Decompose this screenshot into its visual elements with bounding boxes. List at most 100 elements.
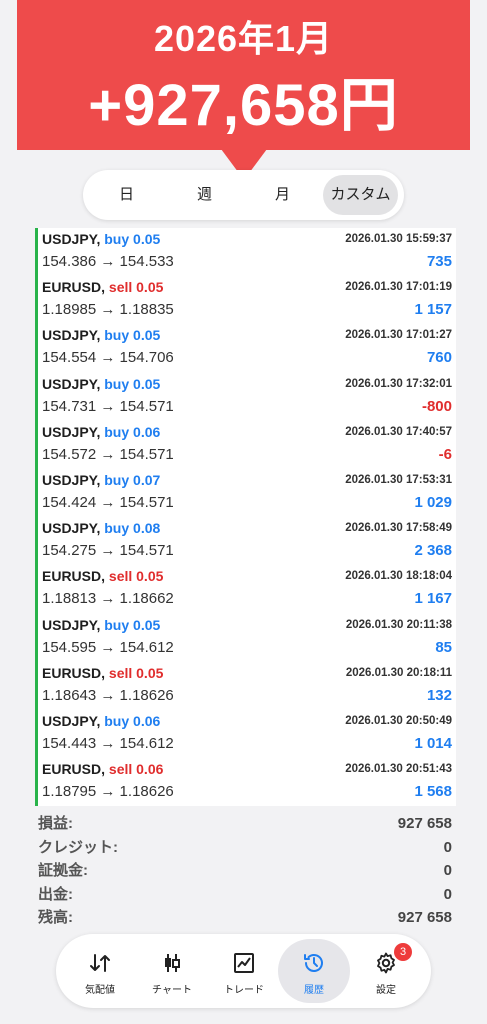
deal-profit: 1 029 (414, 493, 452, 511)
deal-title: EURUSD, sell 0.06 (42, 761, 163, 777)
deal-symbol: EURUSD, (42, 279, 106, 296)
deal-profit: 1 167 (414, 590, 452, 608)
deal-profit: 132 (426, 686, 452, 704)
deal-title: USDJPY, buy 0.05 (42, 376, 160, 392)
nav-label: 気配値 (85, 985, 115, 996)
deal-direction-volume: sell 0.06 (108, 761, 164, 778)
summary-label: 出金: (38, 885, 73, 903)
nav-settings[interactable]: 3 設定 (350, 939, 422, 1003)
summary-withdrawal-row: 出金: 0 (38, 883, 452, 907)
deal-title: USDJPY, buy 0.05 (42, 617, 160, 633)
deal-prices: 154.554 → 154.706 (42, 349, 174, 367)
deal-title: USDJPY, buy 0.06 (42, 424, 160, 440)
deal-prices: 154.443 → 154.612 (42, 734, 174, 752)
deal-prices: 154.424 → 154.571 (42, 493, 174, 511)
deal-direction-volume: sell 0.05 (108, 664, 164, 681)
tab-day[interactable]: 日 (89, 175, 164, 215)
deal-title: USDJPY, buy 0.08 (42, 520, 160, 536)
summary-label: クレジット: (38, 838, 118, 856)
deal-direction-volume: buy 0.07 (104, 471, 161, 488)
deal-title: EURUSD, sell 0.05 (42, 568, 163, 584)
deal-direction-volume: buy 0.05 (104, 327, 161, 344)
deal-title: USDJPY, buy 0.05 (42, 231, 160, 247)
summary-credit-row: クレジット: 0 (38, 836, 452, 860)
deal-time: 2026.01.30 17:01:19 (345, 281, 452, 294)
deal-title: USDJPY, buy 0.07 (42, 472, 160, 488)
deal-row[interactable]: EURUSD, sell 0.06 2026.01.30 20:51:43 1.18… (38, 758, 456, 806)
quotes-icon (88, 951, 112, 975)
deal-prices: 154.386 → 154.533 (42, 253, 174, 270)
tab-week[interactable]: 週 (167, 175, 242, 215)
deal-profit: 735 (426, 253, 452, 270)
deal-history-list: USDJPY, buy 0.05 2026.01.30 15:59:37 154.3… (35, 228, 456, 806)
deal-time: 2026.01.30 20:50:49 (345, 714, 452, 727)
deal-direction-volume: buy 0.06 (104, 712, 161, 729)
deal-row[interactable]: EURUSD, sell 0.05 2026.01.30 17:01:19 1.18… (38, 276, 456, 324)
summary-label: 損益: (38, 815, 73, 832)
deal-symbol: USDJPY, (42, 616, 101, 633)
deal-profit: 2 368 (414, 542, 452, 560)
nav-quotes[interactable]: 気配値 (64, 939, 136, 1003)
tab-month[interactable]: 月 (245, 175, 320, 215)
tab-custom[interactable]: カスタム (323, 175, 398, 215)
deal-symbol: USDJPY, (42, 423, 101, 440)
deal-direction-volume: buy 0.08 (104, 520, 161, 537)
deal-row[interactable]: USDJPY, buy 0.07 2026.01.30 17:53:31 154.4… (38, 469, 456, 517)
deal-row[interactable]: USDJPY, buy 0.05 2026.01.30 17:32:01 154.7… (38, 373, 456, 421)
summary-margin-row: 証拠金: 0 (38, 859, 452, 883)
deal-title: EURUSD, sell 0.05 (42, 665, 163, 681)
deal-direction-volume: buy 0.05 (104, 375, 161, 392)
deal-prices: 154.572 → 154.571 (42, 445, 174, 463)
deal-row[interactable]: USDJPY, buy 0.06 2026.01.30 20:50:49 154.4… (38, 710, 456, 758)
nav-label: 設定 (376, 985, 396, 996)
banner-amount: +927,658円 (88, 73, 399, 138)
deal-time: 2026.01.30 20:18:11 (345, 666, 452, 679)
deal-prices: 1.18643 → 1.18626 (42, 686, 174, 704)
deal-prices: 154.595 → 154.612 (42, 638, 174, 656)
notification-badge: 3 (394, 943, 412, 961)
deal-row[interactable]: USDJPY, buy 0.05 2026.01.30 17:01:27 154.5… (38, 324, 456, 372)
deal-time: 2026.01.30 15:59:37 (345, 233, 452, 245)
summary-value: 0 (443, 838, 452, 856)
deal-direction-volume: buy 0.06 (104, 423, 161, 440)
deal-profit: 1 014 (414, 734, 452, 752)
deal-row[interactable]: USDJPY, buy 0.06 2026.01.30 17:40:57 154.5… (38, 421, 456, 469)
deal-prices: 1.18985 → 1.18835 (42, 301, 174, 319)
deal-row[interactable]: EURUSD, sell 0.05 2026.01.30 18:18:04 1.18… (38, 565, 456, 613)
nav-history[interactable]: 履歴 (278, 939, 350, 1003)
deal-time: 2026.01.30 17:40:57 (345, 425, 452, 438)
deal-symbol: USDJPY, (42, 520, 101, 537)
deal-time: 2026.01.30 20:11:38 (345, 618, 452, 631)
deal-prices: 154.731 → 154.571 (42, 397, 174, 415)
deal-direction-volume: buy 0.05 (104, 231, 161, 247)
period-selector: 日 週 月 カスタム (83, 170, 404, 220)
summary-value: 0 (443, 885, 452, 903)
deal-title: USDJPY, buy 0.05 (42, 327, 160, 343)
deal-direction-volume: sell 0.05 (108, 568, 164, 585)
deal-row[interactable]: USDJPY, buy 0.05 2026.01.30 15:59:37 154.3… (38, 228, 456, 276)
deal-time: 2026.01.30 18:18:04 (345, 570, 452, 583)
deal-title: USDJPY, buy 0.06 (42, 713, 160, 729)
deal-symbol: EURUSD, (42, 664, 106, 681)
deal-prices: 1.18795 → 1.18626 (42, 783, 174, 801)
deal-time: 2026.01.30 17:58:49 (345, 522, 452, 535)
banner-title: 2026年1月 (153, 18, 334, 59)
deal-time: 2026.01.30 17:53:31 (345, 473, 452, 486)
deal-profit: 85 (435, 638, 452, 656)
nav-label: チャート (152, 985, 192, 996)
deal-symbol: EURUSD, (42, 568, 106, 585)
summary-label: 残高: (38, 909, 73, 926)
deal-row[interactable]: USDJPY, buy 0.08 2026.01.30 17:58:49 154.2… (38, 517, 456, 565)
account-summary: 損益: 927 658 クレジット: 0 証拠金: 0 出金: 0 残高: 92… (38, 812, 452, 930)
deal-symbol: USDJPY, (42, 375, 101, 392)
trade-icon (232, 951, 256, 975)
deal-row[interactable]: EURUSD, sell 0.05 2026.01.30 20:18:11 1.18… (38, 662, 456, 710)
nav-chart[interactable]: チャート (136, 939, 208, 1003)
summary-label: 証拠金: (38, 862, 88, 879)
deal-symbol: USDJPY, (42, 327, 101, 344)
deal-profit: 760 (426, 349, 452, 367)
nav-trade[interactable]: トレード (208, 939, 280, 1003)
summary-balance-row: 残高: 927 658 (38, 906, 452, 930)
nav-label: 履歴 (304, 985, 324, 996)
deal-row[interactable]: USDJPY, buy 0.05 2026.01.30 20:11:38 154.5… (38, 614, 456, 662)
